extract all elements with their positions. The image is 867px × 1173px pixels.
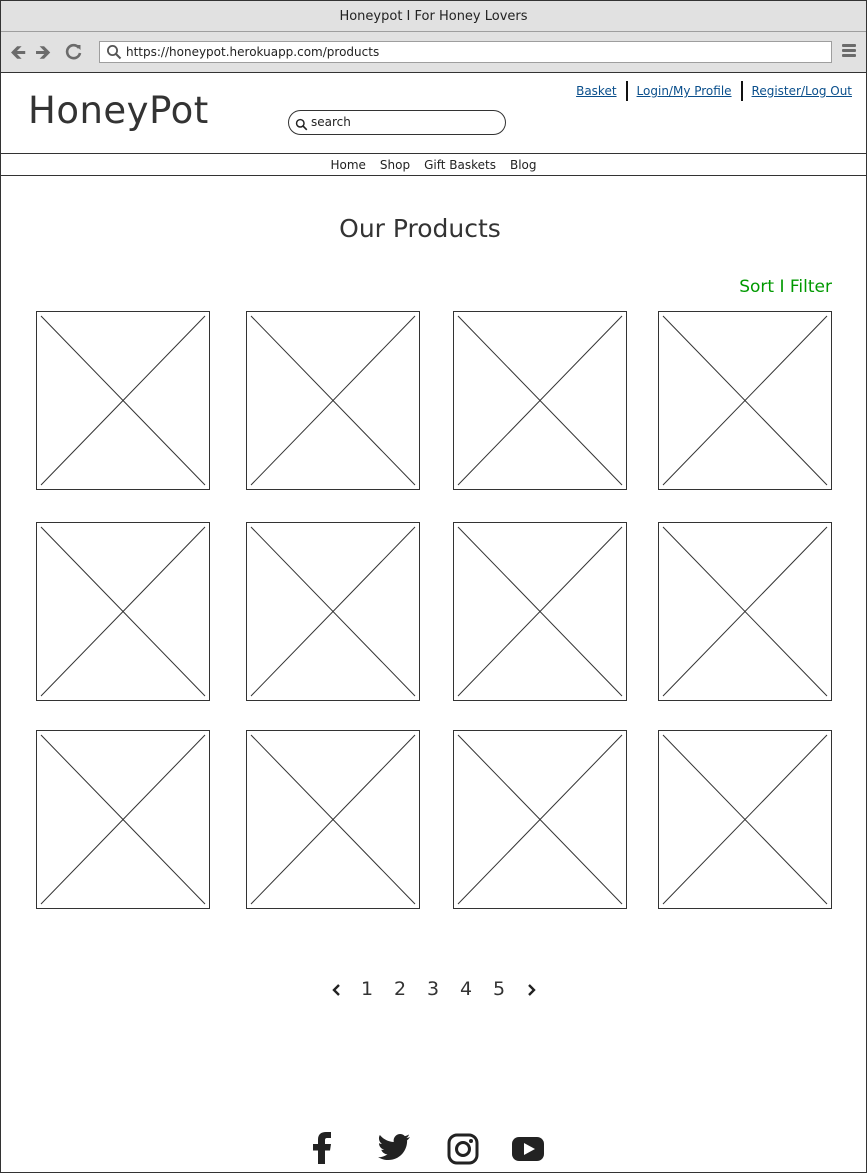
product-image-placeholder[interactable] bbox=[246, 311, 420, 490]
facebook-icon[interactable] bbox=[309, 1130, 335, 1170]
reload-icon[interactable] bbox=[65, 43, 83, 65]
register-link[interactable]: Register/Log Out bbox=[752, 84, 852, 98]
search-input[interactable]: search bbox=[288, 110, 506, 135]
page-4[interactable]: 4 bbox=[460, 978, 472, 1000]
nav-item-gift-baskets[interactable]: Gift Baskets bbox=[424, 158, 496, 172]
nav-item-blog[interactable]: Blog bbox=[510, 158, 537, 172]
divider bbox=[625, 81, 628, 101]
product-image-placeholder[interactable] bbox=[658, 730, 832, 909]
chevron-left-icon[interactable] bbox=[328, 979, 344, 1006]
sort-filter-link[interactable]: Sort I Filter bbox=[739, 277, 832, 297]
product-image-placeholder[interactable] bbox=[658, 311, 832, 490]
address-bar: 🡸 🡺 https://honeypot.herokuapp.com/produ… bbox=[1, 32, 866, 73]
divider bbox=[740, 81, 743, 101]
product-image-placeholder[interactable] bbox=[246, 522, 420, 701]
nav-item-home[interactable]: Home bbox=[330, 158, 365, 172]
search-icon bbox=[106, 44, 122, 66]
account-links: Basket Login/My Profile Register/Log Out bbox=[576, 81, 852, 101]
product-image-placeholder[interactable] bbox=[453, 311, 627, 490]
product-image-placeholder[interactable] bbox=[36, 522, 210, 701]
site-logo[interactable]: HoneyPot bbox=[28, 89, 209, 132]
product-image-placeholder[interactable] bbox=[36, 311, 210, 490]
basket-link[interactable]: Basket bbox=[576, 84, 616, 98]
product-image-placeholder[interactable] bbox=[36, 730, 210, 909]
window-title: Honeypot I For Honey Lovers bbox=[1, 1, 866, 32]
page-3[interactable]: 3 bbox=[427, 978, 439, 1000]
nav-item-shop[interactable]: Shop bbox=[380, 158, 410, 172]
site-header: HoneyPot search Basket Login/My Profile … bbox=[1, 73, 866, 154]
product-image-placeholder[interactable] bbox=[246, 730, 420, 909]
instagram-icon[interactable] bbox=[447, 1133, 479, 1169]
chevron-right-icon[interactable] bbox=[524, 979, 540, 1006]
page-1[interactable]: 1 bbox=[361, 978, 373, 1000]
hamburger-icon[interactable] bbox=[842, 44, 856, 59]
page-5[interactable]: 5 bbox=[493, 978, 505, 1000]
page-2[interactable]: 2 bbox=[394, 978, 406, 1000]
product-image-placeholder[interactable] bbox=[453, 522, 627, 701]
product-image-placeholder[interactable] bbox=[453, 730, 627, 909]
page-title: Our Products bbox=[339, 214, 501, 243]
pagination: 1 2 3 4 5 bbox=[328, 978, 542, 1004]
youtube-icon[interactable] bbox=[511, 1135, 545, 1167]
url-text: https://honeypot.herokuapp.com/products bbox=[126, 45, 380, 59]
arrow-left-icon[interactable]: 🡸 bbox=[10, 40, 26, 64]
search-placeholder: search bbox=[311, 115, 351, 129]
main-nav: Home Shop Gift Baskets Blog bbox=[1, 154, 866, 176]
twitter-icon[interactable] bbox=[376, 1133, 412, 1167]
url-field[interactable]: https://honeypot.herokuapp.com/products bbox=[99, 41, 832, 63]
product-image-placeholder[interactable] bbox=[658, 522, 832, 701]
search-icon bbox=[295, 116, 308, 139]
arrow-right-icon[interactable]: 🡺 bbox=[35, 40, 51, 64]
login-link[interactable]: Login/My Profile bbox=[637, 84, 732, 98]
